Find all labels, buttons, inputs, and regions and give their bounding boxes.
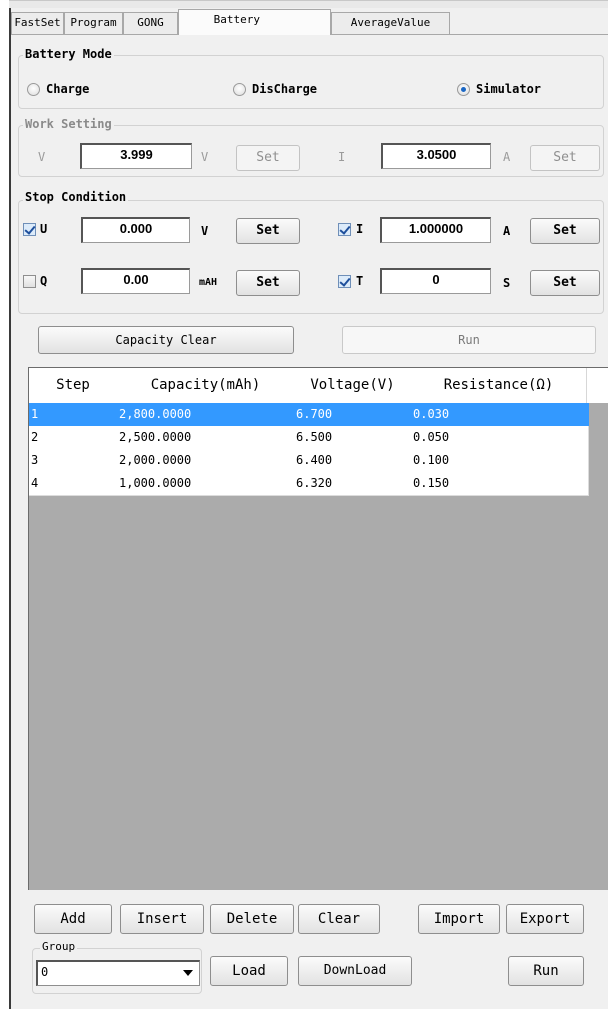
chevron-down-icon: [183, 970, 193, 976]
window-top-strip: [9, 0, 608, 8]
load-button[interactable]: Load: [210, 956, 288, 986]
stop-t-checkbox[interactable]: [338, 275, 351, 288]
stop-i-unit: A: [503, 224, 511, 238]
stop-t-label: T: [356, 274, 364, 288]
col-step[interactable]: Step: [29, 368, 118, 404]
cell-capacity: 2,500.0000: [117, 426, 297, 450]
insert-button[interactable]: Insert: [120, 904, 204, 934]
group-title: Group: [40, 940, 78, 954]
add-button[interactable]: Add: [34, 904, 112, 934]
stop-t-unit: S: [503, 276, 511, 290]
import-button[interactable]: Import: [418, 904, 500, 934]
stop-i-set-button[interactable]: Set: [530, 218, 600, 244]
tab-averagevalue[interactable]: AverageValue: [331, 12, 450, 34]
col-voltage[interactable]: Voltage(V): [294, 368, 412, 404]
discharge-label: DisCharge: [252, 82, 318, 96]
cell-step: 1: [29, 403, 120, 427]
col-capacity[interactable]: Capacity(mAh): [117, 368, 295, 404]
cell-resistance: 0.100: [411, 449, 589, 473]
run-button-top[interactable]: Run: [342, 326, 596, 354]
cell-resistance: 0.150: [411, 472, 589, 496]
tab-battery[interactable]: Battery: [178, 9, 331, 35]
stop-u-set-button[interactable]: Set: [236, 218, 300, 244]
stop-q-input[interactable]: 0.00: [81, 268, 190, 294]
run-button-bottom[interactable]: Run: [508, 956, 584, 986]
work-current-input[interactable]: 3.0500: [381, 143, 491, 169]
work-i-label: I: [338, 150, 346, 164]
cell-resistance: 0.050: [411, 426, 589, 450]
stop-q-checkbox[interactable]: [23, 275, 36, 288]
charge-label: Charge: [46, 82, 90, 96]
work-v-label: V: [38, 150, 46, 164]
work-voltage-set-button[interactable]: Set: [236, 145, 300, 171]
cell-capacity: 1,000.0000: [117, 472, 297, 496]
table-header: Step Capacity(mAh) Voltage(V) Resistance…: [29, 368, 608, 404]
battery-mode-title: Battery Mode: [23, 47, 114, 61]
table-row[interactable]: 1 2,800.0000 6.700 0.030: [29, 403, 589, 427]
stop-t-set-button[interactable]: Set: [530, 270, 600, 296]
stop-u-checkbox[interactable]: [23, 223, 36, 236]
cell-step: 3: [29, 449, 120, 473]
cell-resistance: 0.030: [411, 403, 589, 427]
export-button[interactable]: Export: [506, 904, 584, 934]
group-select-value: 0: [41, 965, 49, 979]
stop-i-checkbox[interactable]: [338, 223, 351, 236]
tab-fastset[interactable]: FastSet: [11, 12, 64, 34]
group-select[interactable]: 0: [36, 960, 200, 986]
work-v-unit: V: [201, 150, 209, 164]
capacity-clear-button[interactable]: Capacity Clear: [38, 326, 294, 354]
stop-u-input[interactable]: 0.000: [81, 217, 190, 243]
stop-i-label: I: [356, 222, 364, 236]
stop-condition-title: Stop Condition: [23, 190, 129, 204]
cell-voltage: 6.700: [294, 403, 414, 427]
discharge-radio[interactable]: [233, 83, 246, 96]
col-resistance[interactable]: Resistance(Ω): [411, 368, 587, 404]
simulator-label: Simulator: [476, 82, 542, 96]
table-row[interactable]: 4 1,000.0000 6.320 0.150: [29, 472, 589, 496]
clear-button[interactable]: Clear: [298, 904, 380, 934]
work-voltage-input[interactable]: 3.999: [80, 143, 192, 169]
simulator-radio[interactable]: [457, 83, 470, 96]
table-row[interactable]: 2 2,500.0000 6.500 0.050: [29, 426, 589, 450]
stop-q-set-button[interactable]: Set: [236, 270, 300, 296]
cell-voltage: 6.500: [294, 426, 414, 450]
stop-q-unit: mAH: [199, 277, 218, 288]
table-row[interactable]: 3 2,000.0000 6.400 0.100: [29, 449, 589, 473]
cell-step: 2: [29, 426, 120, 450]
delete-button[interactable]: Delete: [210, 904, 294, 934]
cell-step: 4: [29, 472, 120, 496]
stop-i-input[interactable]: 1.000000: [380, 217, 491, 243]
tab-program[interactable]: Program: [64, 12, 123, 34]
cell-voltage: 6.320: [294, 472, 414, 496]
stop-u-unit: V: [201, 224, 209, 238]
cell-voltage: 6.400: [294, 449, 414, 473]
cell-capacity: 2,000.0000: [117, 449, 297, 473]
charge-radio[interactable]: [27, 83, 40, 96]
work-current-set-button[interactable]: Set: [530, 145, 600, 171]
steps-table[interactable]: Step Capacity(mAh) Voltage(V) Resistance…: [28, 367, 608, 890]
tab-gong[interactable]: GONG: [123, 12, 178, 34]
stop-t-input[interactable]: 0: [380, 268, 491, 294]
stop-q-label: Q: [40, 274, 48, 288]
download-button[interactable]: DownLoad: [298, 956, 412, 986]
stop-u-label: U: [40, 222, 48, 236]
cell-capacity: 2,800.0000: [117, 403, 297, 427]
work-i-unit: A: [503, 150, 511, 164]
work-setting-title: Work Setting: [23, 117, 114, 131]
